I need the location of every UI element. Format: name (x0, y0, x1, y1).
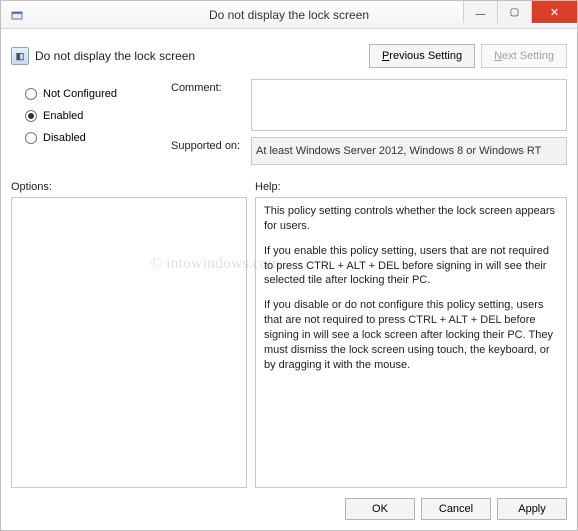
content-area: ◧ Do not display the lock screen Previou… (1, 29, 577, 530)
radio-icon (25, 110, 37, 122)
radio-icon (25, 132, 37, 144)
previous-setting-button[interactable]: Previous Setting (369, 44, 475, 68)
panel-labels: Options: Help: (11, 181, 567, 193)
apply-button[interactable]: Apply (497, 498, 567, 520)
radio-label: Enabled (43, 110, 83, 122)
help-panel[interactable]: This policy setting controls whether the… (255, 197, 567, 488)
config-row: Not Configured Enabled Disabled Comment:… (11, 79, 567, 171)
policy-icon: ◧ (11, 47, 29, 65)
maximize-button[interactable] (497, 1, 531, 23)
options-label: Options: (11, 181, 255, 193)
state-radios: Not Configured Enabled Disabled (11, 79, 171, 171)
cancel-button[interactable]: Cancel (421, 498, 491, 520)
window-controls (463, 1, 577, 23)
radio-label: Disabled (43, 132, 86, 144)
titlebar: Do not display the lock screen (1, 1, 577, 29)
next-setting-button[interactable]: Next Setting (481, 44, 567, 68)
comment-textarea[interactable] (251, 79, 567, 131)
minimize-button[interactable] (463, 1, 497, 23)
close-button[interactable] (531, 1, 577, 23)
radio-disabled[interactable]: Disabled (11, 127, 171, 149)
radio-icon (25, 88, 37, 100)
footer-buttons: OK Cancel Apply (11, 488, 567, 520)
supported-label: Supported on: (171, 137, 251, 152)
help-label: Help: (255, 181, 281, 193)
policy-title: Do not display the lock screen (35, 49, 195, 63)
options-panel[interactable] (11, 197, 247, 488)
radio-not-configured[interactable]: Not Configured (11, 83, 171, 105)
comment-label: Comment: (171, 79, 251, 94)
header-row: ◧ Do not display the lock screen Previou… (11, 37, 567, 75)
ok-button[interactable]: OK (345, 498, 415, 520)
app-icon (9, 7, 25, 23)
radio-label: Not Configured (43, 88, 117, 100)
help-paragraph: If you disable or do not configure this … (264, 298, 558, 372)
radio-enabled[interactable]: Enabled (11, 105, 171, 127)
right-fields: Comment: Supported on: At least Windows … (171, 79, 567, 171)
help-paragraph: This policy setting controls whether the… (264, 204, 558, 234)
panels: This policy setting controls whether the… (11, 197, 567, 488)
supported-box: At least Windows Server 2012, Windows 8 … (251, 137, 567, 165)
help-paragraph: If you enable this policy setting, users… (264, 244, 558, 289)
